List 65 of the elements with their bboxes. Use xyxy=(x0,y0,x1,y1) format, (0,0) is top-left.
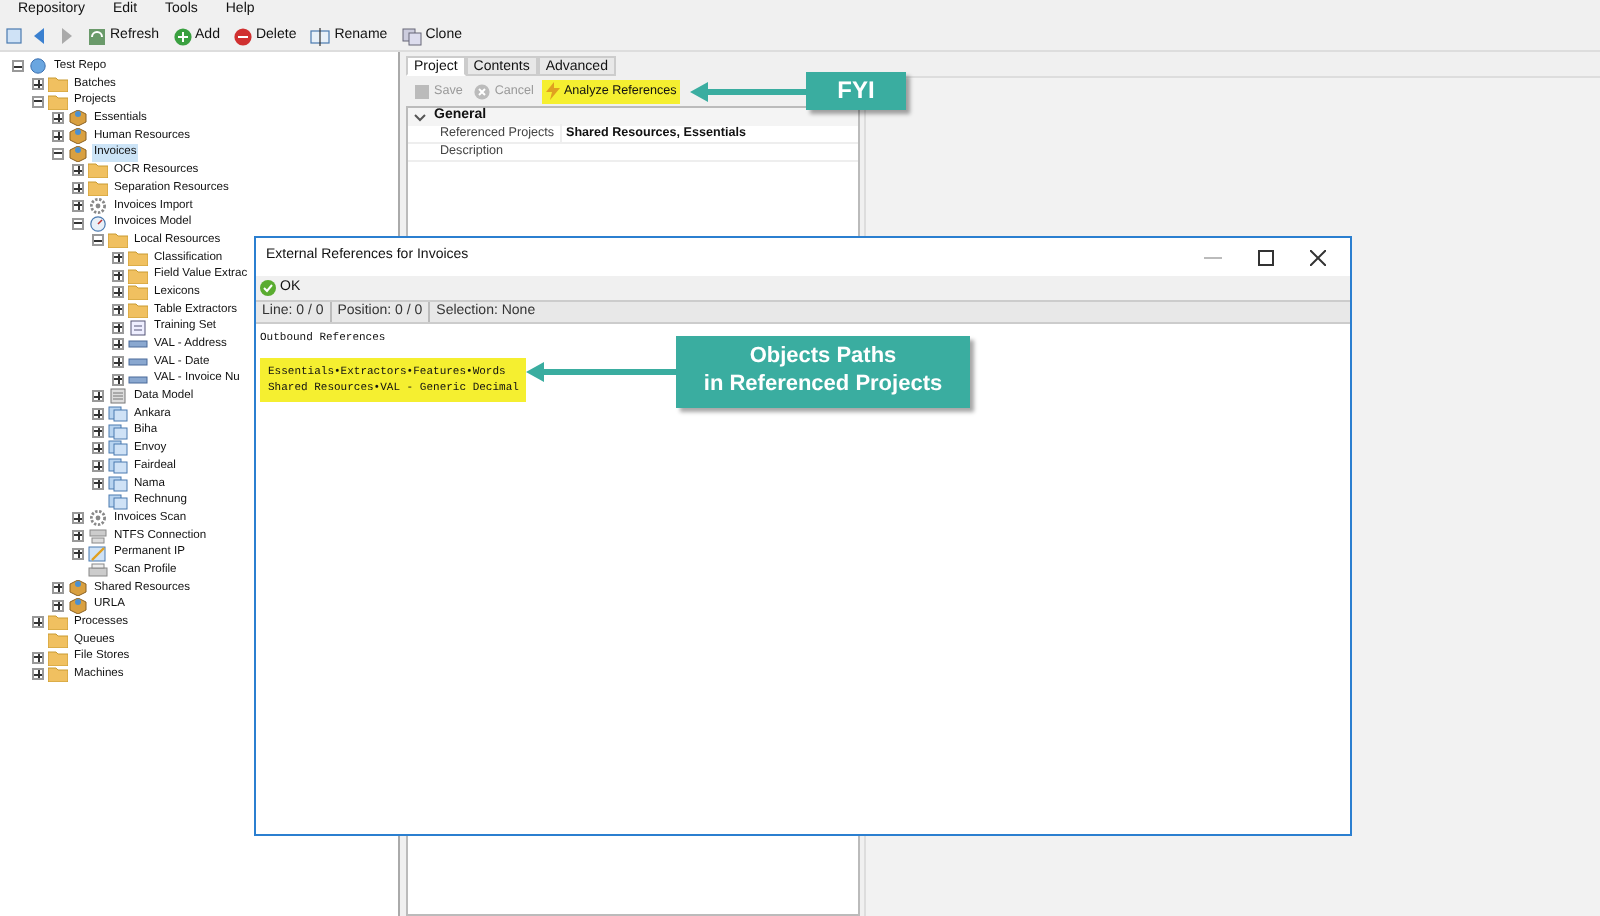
expand-toggle[interactable] xyxy=(72,547,84,560)
expand-toggle[interactable] xyxy=(32,651,44,664)
copy-icon xyxy=(401,27,422,45)
gauge-icon xyxy=(88,215,108,232)
expand-toggle[interactable] xyxy=(112,303,124,316)
expand-toggle[interactable] xyxy=(92,442,104,455)
check-icon xyxy=(260,280,276,296)
expand-toggle[interactable] xyxy=(92,408,104,421)
callout-arrow xyxy=(690,81,806,101)
maximize-icon[interactable] xyxy=(1258,249,1274,265)
cube-icon xyxy=(68,128,88,145)
expand-toggle[interactable] xyxy=(72,199,84,212)
window-layout-icon xyxy=(6,28,22,44)
expand-toggle[interactable] xyxy=(112,251,124,264)
collapse-toggle[interactable] xyxy=(92,234,104,247)
network-icon xyxy=(88,527,108,544)
list-icon xyxy=(108,388,128,405)
close-icon[interactable] xyxy=(1310,249,1326,265)
lightning-icon xyxy=(545,82,560,100)
collapse-toggle[interactable] xyxy=(12,60,24,73)
cube-icon xyxy=(68,597,88,614)
scanner-icon xyxy=(88,562,108,579)
expand-toggle[interactable] xyxy=(112,356,124,369)
expand-toggle[interactable] xyxy=(32,616,44,629)
expand-toggle[interactable] xyxy=(92,390,104,403)
expand-toggle[interactable] xyxy=(72,512,84,525)
collapse-toggle[interactable] xyxy=(72,217,84,230)
expand-toggle[interactable] xyxy=(72,182,84,195)
refresh-icon xyxy=(88,27,106,45)
pencil-icon xyxy=(88,545,108,562)
expand-toggle[interactable] xyxy=(112,338,124,351)
expand-toggle[interactable] xyxy=(112,269,124,282)
gear-icon xyxy=(88,510,108,527)
globe-icon xyxy=(28,58,48,75)
expand-toggle[interactable] xyxy=(52,599,64,612)
expand-toggle[interactable] xyxy=(112,321,124,334)
forward-arrow-icon xyxy=(60,28,74,44)
minus-icon xyxy=(233,27,252,45)
gear-icon xyxy=(88,197,108,214)
cube-icon xyxy=(68,579,88,596)
expand-toggle[interactable] xyxy=(92,460,104,473)
cube-icon xyxy=(68,145,88,162)
collapse-toggle[interactable] xyxy=(52,147,64,160)
cancel-icon xyxy=(474,83,491,99)
expand-toggle[interactable] xyxy=(92,477,104,490)
floppy-icon xyxy=(414,83,430,99)
back-arrow-icon xyxy=(32,28,46,44)
collapse-toggle[interactable] xyxy=(32,95,44,108)
cube-icon xyxy=(68,110,88,127)
chevron-icon xyxy=(414,113,426,121)
expand-toggle[interactable] xyxy=(112,373,124,386)
expand-toggle[interactable] xyxy=(72,164,84,177)
plus-icon xyxy=(173,27,192,45)
callout-label: Objects Paths in Referenced Projects xyxy=(676,336,970,407)
expand-toggle[interactable] xyxy=(72,529,84,542)
expand-toggle[interactable] xyxy=(32,78,44,91)
expand-toggle[interactable] xyxy=(52,581,64,594)
rename-icon xyxy=(310,27,331,45)
expand-toggle[interactable] xyxy=(112,286,124,299)
expand-toggle[interactable] xyxy=(32,668,44,681)
callout-label: FYI xyxy=(806,72,906,110)
expand-toggle[interactable] xyxy=(52,112,64,125)
expand-toggle[interactable] xyxy=(92,425,104,438)
document-icon xyxy=(128,319,148,336)
expand-toggle[interactable] xyxy=(52,130,64,143)
